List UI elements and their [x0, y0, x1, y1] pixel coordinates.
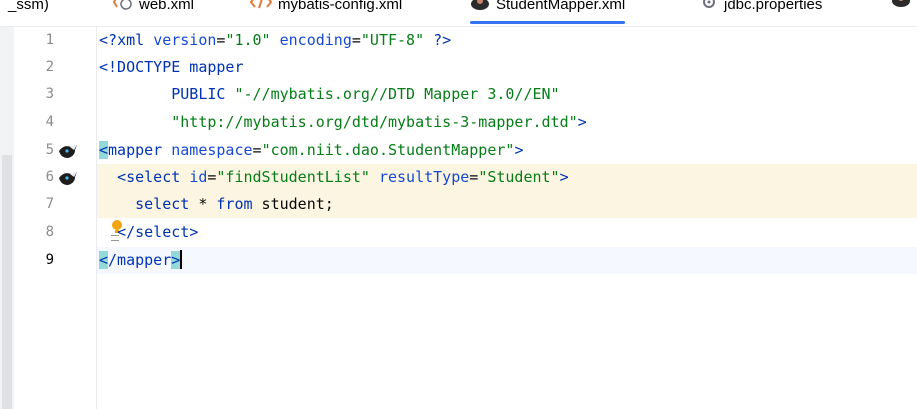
tab-studentmapper[interactable]: StudentMapper.xml — [470, 0, 626, 24]
code-line[interactable]: </mapper> — [99, 247, 183, 274]
tab-ssm[interactable]: _ssm) — [8, 0, 49, 17]
code-token: "Student" — [478, 168, 560, 186]
line-number: 5 — [45, 142, 54, 158]
xml-file-icon — [112, 0, 133, 14]
code-token: "1.0" — [225, 31, 271, 49]
tab-label: mybatis-config.xml — [278, 0, 403, 13]
code-token: > — [171, 251, 181, 269]
code-token: </mapper — [99, 251, 172, 269]
code-token: <!DOCTYPE mapper — [99, 58, 244, 76]
code-token: from — [216, 195, 253, 213]
code-token: "com.niit.dao.StudentMapper" — [261, 141, 515, 159]
code-token: </select — [117, 223, 190, 241]
code-token: select — [135, 195, 190, 213]
code-token: ?> — [433, 31, 452, 49]
text-caret — [180, 250, 183, 269]
code-token: version — [153, 31, 217, 49]
line-number: 1 — [45, 32, 54, 48]
code-token: encoding — [279, 31, 352, 49]
code-token: = — [252, 141, 262, 159]
line-number: 4 — [45, 114, 54, 130]
tab-mybatis-config[interactable]: mybatis-config.xml — [249, 0, 403, 17]
code-token: * — [189, 195, 217, 213]
code-token: "UTF-8" — [360, 31, 425, 49]
properties-file-icon — [700, 0, 718, 14]
code-line[interactable]: <select id="findStudentList" resultType=… — [99, 164, 569, 191]
tab-web-xml[interactable]: web.xml — [112, 0, 195, 17]
mybatis-bird-icon[interactable] — [58, 169, 78, 187]
tab-overflow-icon[interactable] — [891, 0, 911, 12]
code-line[interactable]: <mapper namespace="com.niit.dao.StudentM… — [99, 137, 523, 164]
code-token: "findStudentList" — [216, 168, 370, 186]
scroll-thumb[interactable] — [2, 155, 12, 409]
line-number: 2 — [45, 59, 54, 75]
left-tool-strip — [0, 27, 14, 409]
code-editor[interactable]: <?xml version="1.0" encoding="UTF-8" ?> <… — [97, 27, 917, 409]
tab-label: _ssm) — [8, 0, 49, 13]
line-gutter: 1 2 3 4 5 6 7 8 9 — [14, 27, 97, 409]
code-token: <? — [99, 31, 118, 49]
code-token: student; — [252, 195, 334, 213]
code-line[interactable]: </select> — [99, 219, 198, 246]
code-token: <select — [117, 168, 181, 186]
line-number: 6 — [45, 169, 54, 185]
tab-label: web.xml — [139, 0, 195, 13]
code-token: > — [577, 113, 587, 131]
code-line[interactable]: select * from student; — [99, 191, 334, 218]
code-token: PUBLIC — [171, 85, 226, 103]
code-token: namespace — [171, 141, 253, 159]
tab-label: jdbc.properties — [724, 0, 823, 13]
tab-label: StudentMapper.xml — [496, 0, 626, 13]
code-token: > — [559, 168, 569, 186]
line-number: 3 — [45, 86, 54, 102]
code-token: = — [351, 31, 361, 49]
code-line[interactable]: <!DOCTYPE mapper — [99, 54, 244, 81]
xml-file-icon — [249, 0, 273, 14]
mybatis-bird-icon[interactable] — [58, 142, 78, 160]
code-line[interactable]: "http://mybatis.org/dtd/mybatis-3-mapper… — [99, 109, 587, 136]
code-token: resultType — [378, 168, 470, 186]
code-token: = — [469, 168, 479, 186]
code-token: > — [514, 141, 524, 159]
code-token: id — [189, 168, 208, 186]
editor-tab-bar: _ssm) web.xml mybatis-config.xml Student… — [0, 0, 917, 27]
code-line[interactable]: PUBLIC "-//mybatis.org//DTD Mapper 3.0//… — [99, 81, 560, 108]
mybatis-bird-icon — [470, 0, 490, 14]
code-line[interactable]: <?xml version="1.0" encoding="UTF-8" ?> — [99, 27, 451, 54]
code-token: "-//mybatis.org//DTD Mapper 3.0//EN" — [234, 85, 560, 103]
code-token: "http://mybatis.org/dtd/mybatis-3-mapper… — [171, 113, 578, 131]
current-line-highlight — [97, 247, 917, 274]
code-token: xml — [117, 31, 145, 49]
code-token: > — [189, 223, 199, 241]
tab-jdbc-properties[interactable]: jdbc.properties — [700, 0, 822, 17]
code-token: <mapper — [99, 141, 163, 159]
line-number: 9 — [45, 252, 54, 268]
line-number: 8 — [45, 224, 54, 240]
line-number: 7 — [45, 196, 54, 212]
